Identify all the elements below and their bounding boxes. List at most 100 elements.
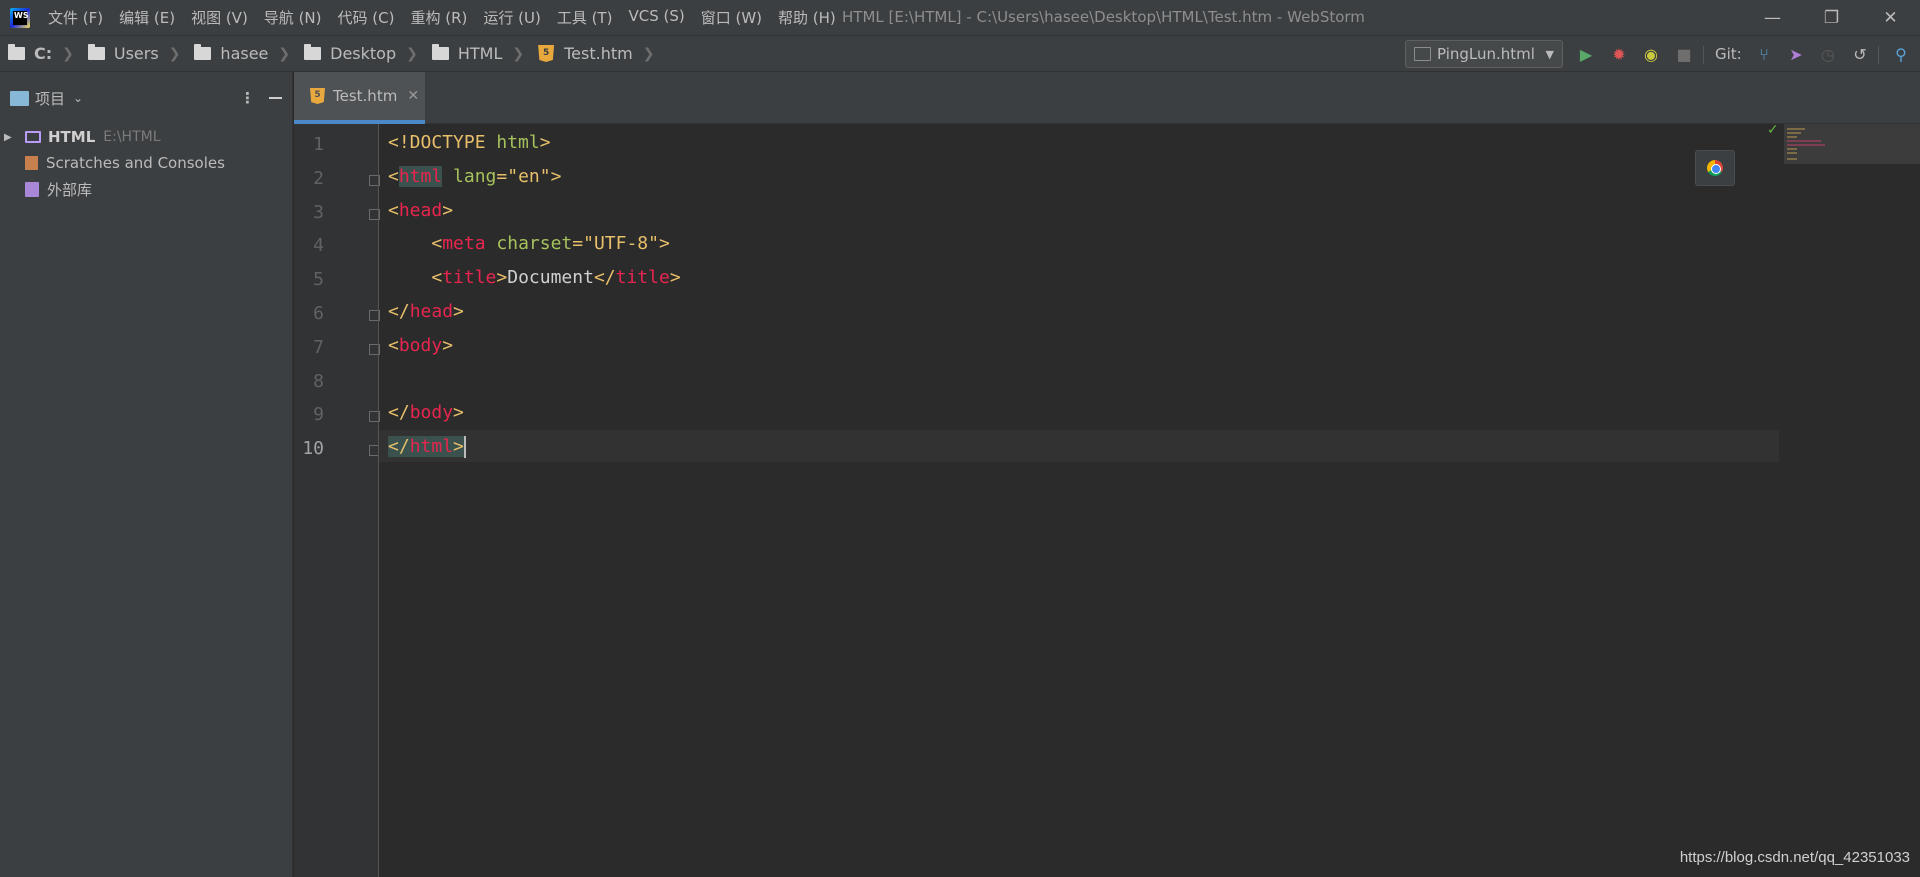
close-icon[interactable]: ✕: [407, 88, 419, 104]
crumb-label: Users: [113, 44, 159, 63]
tree-item-label: 外部库: [47, 180, 93, 199]
menu-navigate[interactable]: 导航 (N): [264, 7, 322, 28]
project-icon: [10, 90, 29, 106]
git-update-icon[interactable]: ⑂: [1750, 36, 1778, 73]
text-caret: [463, 436, 466, 458]
menu-edit[interactable]: 编辑 (E): [119, 7, 175, 28]
menu-window[interactable]: 窗口 (W): [701, 7, 762, 28]
code-editor[interactable]: 1 2 3 4 5 6 7 8 9 10 <!DOCTYPE html> <ht…: [294, 122, 1920, 877]
line-number: 3: [313, 202, 324, 223]
code-line-4: <meta charset="UTF-8">: [431, 233, 670, 254]
crumb-test-file[interactable]: 5 Test.htm ❯: [538, 44, 668, 63]
line-number: 8: [313, 371, 324, 392]
tab-label: Test.htm: [333, 87, 398, 105]
crumb-desktop[interactable]: Desktop ❯: [304, 44, 432, 63]
module-folder-icon: [25, 131, 41, 143]
html5-file-icon: 5: [538, 45, 555, 62]
run-configuration-dropdown[interactable]: PingLun.html ▼: [1405, 40, 1563, 68]
search-icon[interactable]: ⚲: [1887, 36, 1915, 73]
run-config-icon: [1414, 47, 1431, 61]
minimize-window-button[interactable]: —: [1743, 0, 1802, 35]
hide-panel-icon[interactable]: [269, 97, 282, 99]
breadcrumb: C: ❯ Users ❯ hasee ❯ Desktop ❯ HTML ❯ 5 Test.h…: [0, 44, 668, 63]
toolbar-separator: [1878, 46, 1879, 64]
menu-view[interactable]: 视图 (V): [191, 7, 248, 28]
html5-file-icon: 5: [310, 88, 325, 104]
tree-item-label: HTML: [48, 128, 96, 146]
chrome-icon: [1707, 160, 1723, 176]
tree-item-html[interactable]: ▶ HTML E:\HTML: [0, 124, 292, 150]
expand-arrow-icon[interactable]: ▶: [4, 132, 16, 143]
no-problems-check-icon[interactable]: ✓: [1767, 122, 1779, 138]
tab-test-htm[interactable]: 5 Test.htm ✕: [294, 72, 425, 124]
tree-item-scratches[interactable]: Scratches and Consoles: [0, 150, 292, 176]
line-number: 6: [313, 303, 324, 324]
code-line-6: </head>: [388, 301, 464, 322]
line-number-gutter: 1 2 3 4 5 6 7 8 9 10: [294, 124, 380, 877]
code-minimap[interactable]: [1784, 124, 1920, 164]
chevron-right-icon: ❯: [512, 45, 525, 62]
watermark: https://blog.csdn.net/qq_42351033: [1679, 849, 1910, 866]
tree-item-external-libraries[interactable]: 外部库: [0, 176, 292, 202]
code-line-10: </html>: [388, 436, 466, 458]
menu-vcs[interactable]: VCS (S): [628, 7, 684, 28]
line-number: 5: [313, 269, 324, 290]
chevron-right-icon: ❯: [168, 45, 181, 62]
crumb-label: Desktop: [330, 44, 397, 63]
project-panel-title[interactable]: 项目: [35, 88, 65, 109]
webstorm-logo-icon: WS: [10, 7, 30, 28]
line-number: 1: [313, 134, 324, 155]
git-push-icon[interactable]: ➤: [1782, 36, 1810, 73]
run-config-label: PingLun.html: [1437, 45, 1535, 63]
navigation-bar: C: ❯ Users ❯ hasee ❯ Desktop ❯ HTML ❯ 5 Test.h…: [0, 35, 1920, 72]
crumb-drive[interactable]: C: ❯: [8, 44, 88, 63]
run-icon[interactable]: ▶: [1572, 36, 1600, 73]
crumb-hasee[interactable]: hasee ❯: [194, 44, 304, 63]
chevron-right-icon: ❯: [62, 45, 74, 62]
gutter-divider: [378, 124, 379, 877]
menu-refactor[interactable]: 重构 (R): [410, 7, 467, 28]
line-number: 7: [313, 337, 324, 358]
scratches-icon: [25, 156, 38, 170]
crumb-label: hasee: [220, 44, 269, 63]
menu-tools[interactable]: 工具 (T): [557, 7, 613, 28]
restore-window-button[interactable]: ❐: [1802, 0, 1861, 35]
chevron-right-icon: ❯: [642, 45, 655, 62]
git-rollback-icon[interactable]: ↺: [1846, 36, 1874, 73]
code-line-2: <html lang="en">: [388, 166, 562, 187]
folder-icon: [304, 44, 322, 60]
chevron-down-icon[interactable]: ⌄: [73, 91, 83, 105]
crumb-html[interactable]: HTML ❯: [431, 44, 538, 63]
library-icon: [25, 181, 39, 197]
menu-file[interactable]: 文件 (F): [48, 7, 103, 28]
line-number: 9: [313, 404, 324, 425]
crumb-label: C:: [34, 44, 53, 63]
code-line-7: <body>: [388, 335, 454, 356]
title-bar: WS 文件 (F) 编辑 (E) 视图 (V) 导航 (N) 代码 (C) 重构…: [0, 0, 1920, 35]
more-options-icon[interactable]: ⋮: [240, 89, 255, 107]
folder-icon: [87, 44, 105, 60]
window-controls: — ❐ ✕: [1743, 0, 1920, 35]
close-window-button[interactable]: ✕: [1861, 0, 1920, 35]
folder-icon: [431, 44, 449, 60]
debug-icon[interactable]: ✹: [1605, 36, 1633, 73]
folder-icon: [194, 44, 212, 60]
stop-icon[interactable]: ■: [1670, 36, 1698, 73]
open-in-chrome-button[interactable]: [1695, 150, 1735, 186]
main-menu: 文件 (F) 编辑 (E) 视图 (V) 导航 (N) 代码 (C) 重构 (R…: [48, 7, 852, 28]
git-history-icon[interactable]: ◷: [1814, 36, 1842, 73]
code-line-9: </body>: [388, 402, 464, 423]
crumb-label: Test.htm: [564, 44, 633, 63]
crumb-users[interactable]: Users ❯: [87, 44, 195, 63]
git-label: Git:: [1715, 45, 1742, 63]
toolbar-separator: [1703, 46, 1704, 64]
run-with-coverage-icon[interactable]: ◉: [1637, 36, 1665, 73]
current-line-highlight: [379, 430, 1779, 462]
code-line-5: <title>Document</title>: [431, 267, 681, 288]
window-title: HTML [E:\HTML] - C:\Users\hasee\Desktop\…: [842, 8, 1365, 26]
line-number: 2: [313, 168, 324, 189]
line-number: 4: [313, 235, 324, 256]
menu-code[interactable]: 代码 (C): [338, 7, 395, 28]
menu-run[interactable]: 运行 (U): [483, 7, 540, 28]
menu-help[interactable]: 帮助 (H): [778, 7, 836, 28]
